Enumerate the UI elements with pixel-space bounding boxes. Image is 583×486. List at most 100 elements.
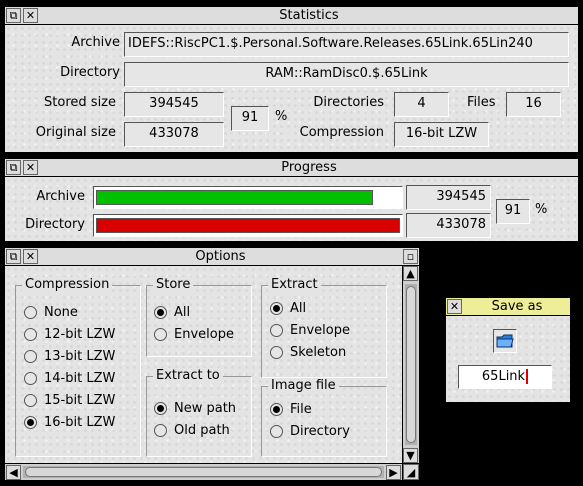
close-icon[interactable]: ✕ [23,8,38,23]
resize-icon[interactable]: ◢ [403,464,419,480]
radio-none-dot[interactable] [24,306,37,319]
radio-image-directory[interactable]: Directory [270,424,350,439]
toggle-size-icon[interactable]: ▫ [403,249,418,264]
radio-13bit-label: 13-bit LZW [44,349,116,364]
radio-12bit-label: 12-bit LZW [44,327,116,342]
radio-extract-skeleton-dot[interactable] [270,346,283,359]
back-icon[interactable]: ⧉ [6,249,21,264]
back-icon[interactable]: ⧉ [6,8,21,23]
radio-store-all-dot[interactable] [154,306,167,319]
radio-store-envelope-dot[interactable] [154,328,167,341]
radio-none[interactable]: None [24,305,78,320]
save-as-window: ✕ Save as 65Link [446,298,570,402]
vertical-scroll-thumb[interactable] [406,286,416,443]
back-icon[interactable]: ⧉ [6,160,21,175]
directory-label: Directory [60,65,120,80]
radio-store-envelope-label: Envelope [174,327,234,342]
directories-count: 4 [394,92,449,117]
arrow-down-icon[interactable]: ▼ [403,448,418,463]
save-as-body: 65Link [446,316,570,402]
radio-store-all-label: All [174,305,191,320]
original-size-label: Original size [35,125,116,140]
stored-size-label: Stored size [44,95,116,110]
directory-icon[interactable] [493,329,517,353]
vertical-scroll-well[interactable] [405,284,417,445]
radio-12bit[interactable]: 12-bit LZW [24,327,115,342]
radio-image-file-dot[interactable] [270,403,283,416]
progress-body: Archive 394545 Directory 433078 91 % [5,177,578,241]
radio-13bit[interactable]: 13-bit LZW [24,349,115,364]
extract-to-group-title: Extract to [153,368,223,383]
radio-store-all[interactable]: All [154,305,190,320]
save-as-title-bar[interactable]: ✕ Save as [446,298,570,315]
extract-group-title: Extract [268,277,321,292]
radio-old-path-dot[interactable] [154,424,167,437]
radio-old-path[interactable]: Old path [154,423,230,438]
directory-progress-fill [96,218,400,233]
close-icon[interactable]: ✕ [447,299,462,314]
options-title-bar[interactable]: ⧉ ✕ Options ▫ [5,248,419,265]
radio-extract-envelope[interactable]: Envelope [270,323,350,338]
arrow-up-icon[interactable]: ▲ [403,266,418,281]
files-count: 16 [506,92,561,117]
close-icon[interactable]: ✕ [23,249,38,264]
progress-title-bar[interactable]: ⧉ ✕ Progress [5,159,578,176]
radio-16bit-dot[interactable] [24,416,37,429]
compression-group-title: Compression [22,277,113,292]
radio-extract-all-label: All [290,301,307,316]
radio-extract-all[interactable]: All [270,301,306,316]
ratio-value: 91 [231,106,269,131]
radio-extract-skeleton-label: Skeleton [290,345,347,360]
arrow-left-icon[interactable]: ◀ [6,465,21,480]
radio-14bit-dot[interactable] [24,372,37,385]
image-file-group: Image file File Directory [261,378,387,457]
store-group-title: Store [153,277,194,292]
progress-directory-value: 433078 [406,213,491,238]
files-label: Files [467,95,496,110]
image-file-group-title: Image file [268,378,339,393]
stored-size-value: 394545 [124,92,224,117]
progress-archive-label: Archive [36,189,85,204]
radio-extract-envelope-dot[interactable] [270,324,283,337]
horizontal-scrollbar[interactable]: ◀ ▶ [5,464,402,480]
options-window: ⧉ ✕ Options ▫ Compression None 12-bit LZ… [5,248,419,480]
progress-ratio-unit: % [535,202,548,217]
filename-input[interactable]: 65Link [458,365,552,389]
radio-16bit-label: 16-bit LZW [44,415,116,430]
radio-new-path[interactable]: New path [154,401,236,416]
statistics-body: Archive IDEFS::RiscPC1.$.Personal.Softwa… [5,25,578,152]
radio-none-label: None [44,305,78,320]
close-icon[interactable]: ✕ [23,160,38,175]
radio-store-envelope[interactable]: Envelope [154,327,234,342]
vertical-scrollbar[interactable]: ▲ ▼ [403,266,419,463]
arrow-right-icon[interactable]: ▶ [386,465,401,480]
radio-14bit[interactable]: 14-bit LZW [24,371,115,386]
compression-group: Compression None 12-bit LZW 13-bit LZW 1… [15,277,141,457]
ratio-unit: % [275,109,288,124]
radio-16bit[interactable]: 16-bit LZW [24,415,115,430]
archive-label: Archive [71,35,120,50]
original-size-value: 433078 [124,122,224,147]
horizontal-scroll-thumb[interactable] [25,467,382,477]
radio-15bit[interactable]: 15-bit LZW [24,393,115,408]
radio-15bit-dot[interactable] [24,394,37,407]
progress-archive-value: 394545 [406,185,491,210]
radio-new-path-label: New path [174,401,237,416]
radio-new-path-dot[interactable] [154,402,167,415]
radio-14bit-label: 14-bit LZW [44,371,116,386]
statistics-title: Statistics [279,8,339,23]
archive-progress-bar [93,186,403,209]
radio-12bit-dot[interactable] [24,328,37,341]
radio-13bit-dot[interactable] [24,350,37,363]
save-as-title: Save as [491,299,543,314]
statistics-title-bar[interactable]: ⧉ ✕ Statistics [5,7,578,24]
text-caret [526,369,529,384]
radio-image-file[interactable]: File [270,402,312,417]
radio-extract-all-dot[interactable] [270,302,283,315]
radio-image-directory-dot[interactable] [270,425,283,438]
horizontal-scroll-well[interactable] [23,466,384,478]
radio-15bit-label: 15-bit LZW [44,393,116,408]
compression-label: Compression [299,125,384,140]
statistics-window: ⧉ ✕ Statistics Archive IDEFS::RiscPC1.$.… [5,7,578,152]
radio-extract-skeleton[interactable]: Skeleton [270,345,346,360]
